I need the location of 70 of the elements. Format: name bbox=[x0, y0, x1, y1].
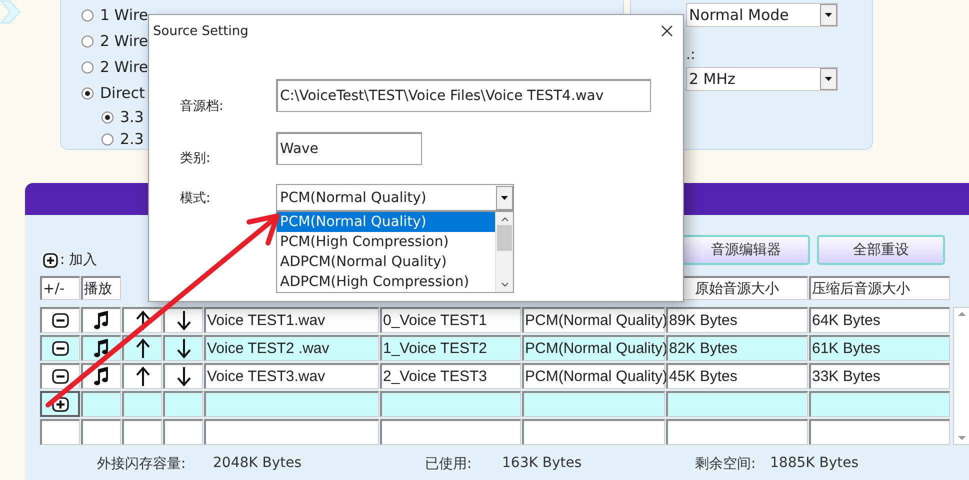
radio-label: Direct bbox=[100, 84, 145, 102]
column-header: 播放 bbox=[81, 276, 121, 300]
music-note-icon[interactable] bbox=[93, 367, 110, 386]
table-cell: 0_Voice TEST1 bbox=[380, 307, 521, 333]
storage-label: 外接闪存容量: bbox=[97, 455, 187, 473]
type-field[interactable]: Wave bbox=[276, 132, 422, 165]
column-header: +/- bbox=[40, 276, 80, 300]
dialog-title: Source Setting bbox=[153, 24, 248, 38]
file-path-field[interactable]: C:\VoiceTest\TEST\Voice Files\Voice TEST4.wav bbox=[276, 79, 651, 112]
clock-label: .: bbox=[686, 47, 696, 63]
table-cell: 1_Voice TEST2 bbox=[380, 335, 521, 361]
table-cell: 82K Bytes bbox=[666, 335, 808, 361]
field-label: 类别: bbox=[180, 150, 212, 167]
up-arrow-icon[interactable] bbox=[134, 338, 150, 359]
dropdown-option[interactable]: PCM(Normal Quality) bbox=[277, 212, 495, 232]
radio-button[interactable] bbox=[81, 8, 94, 22]
table-cell: 61K Bytes bbox=[809, 335, 950, 361]
down-arrow-icon[interactable] bbox=[176, 310, 192, 331]
table-cell: 64K Bytes bbox=[809, 307, 950, 333]
scrollbar[interactable] bbox=[495, 212, 513, 292]
radio-button[interactable] bbox=[101, 132, 114, 146]
storage-label: 已使用: bbox=[425, 455, 473, 473]
radio-label: 2 Wire bbox=[100, 32, 148, 50]
dropdown-option[interactable]: ADPCM(High Compression) bbox=[277, 272, 495, 292]
minus-icon[interactable] bbox=[52, 341, 69, 356]
minus-icon[interactable] bbox=[52, 369, 69, 384]
field-label: 模式: bbox=[180, 190, 212, 206]
storage-value: 163K Bytes bbox=[502, 455, 583, 473]
column-header: 压缩后音源大小 bbox=[809, 276, 950, 300]
radio-label: 2 Wire bbox=[100, 58, 148, 76]
up-arrow-icon[interactable] bbox=[134, 310, 150, 331]
table-cell: Voice TEST2 .wav bbox=[204, 335, 379, 361]
table-cell: 45K Bytes bbox=[666, 363, 808, 389]
storage-value: 1885K Bytes bbox=[770, 455, 860, 473]
table-cell: PCM(Normal Quality) bbox=[522, 363, 665, 389]
radio-button[interactable] bbox=[81, 34, 94, 48]
minus-icon[interactable] bbox=[52, 313, 69, 328]
radio-button[interactable] bbox=[81, 60, 94, 74]
close-icon[interactable] bbox=[661, 25, 673, 37]
plus-icon bbox=[43, 252, 58, 268]
storage-label: 剩余空间: bbox=[695, 455, 757, 473]
dropdown-option[interactable]: ADPCM(Normal Quality) bbox=[277, 252, 495, 272]
music-note-icon[interactable] bbox=[93, 339, 110, 358]
table-cell: Voice TEST1.wav bbox=[204, 307, 379, 333]
table-cell: PCM(Normal Quality) bbox=[522, 307, 665, 333]
radio-label: 2.3 bbox=[120, 130, 144, 148]
table-cell: 89K Bytes bbox=[666, 307, 808, 333]
dropdown-option[interactable]: PCM(High Compression) bbox=[277, 232, 495, 252]
mode-select[interactable]: PCM(Normal Quality) bbox=[276, 184, 514, 211]
radio-label: 3.3 bbox=[120, 108, 144, 126]
down-arrow-icon[interactable] bbox=[176, 338, 192, 359]
down-arrow-icon[interactable] bbox=[176, 366, 192, 387]
table-cell: 33K Bytes bbox=[809, 363, 950, 389]
table-cell: PCM(Normal Quality) bbox=[522, 335, 665, 361]
mode-select[interactable]: Normal Mode bbox=[686, 3, 838, 27]
table-cell: Voice TEST3.wav bbox=[204, 363, 379, 389]
table-cell: 2_Voice TEST3 bbox=[380, 363, 521, 389]
clock-select[interactable]: 2 MHz bbox=[686, 67, 838, 91]
radio-button[interactable] bbox=[101, 110, 114, 124]
music-note-icon[interactable] bbox=[93, 311, 110, 330]
radio-label: 1 Wire bbox=[100, 6, 148, 24]
reset-button[interactable]: 全部重设 bbox=[817, 235, 945, 265]
legend-text: : 加入 bbox=[60, 251, 98, 269]
scrollbar[interactable] bbox=[953, 307, 969, 445]
dropdown-list[interactable]: PCM(Normal Quality) PCM(High Compression) ADPCM(Normal Quality) ADPCM(High Compression) bbox=[276, 211, 514, 293]
radio-button[interactable] bbox=[81, 86, 94, 100]
up-arrow-icon[interactable] bbox=[134, 366, 150, 387]
field-label: 音源档: bbox=[180, 98, 224, 114]
storage-value: 2048K Bytes bbox=[213, 455, 303, 473]
editor-button[interactable]: 音源编辑器 bbox=[682, 235, 810, 265]
